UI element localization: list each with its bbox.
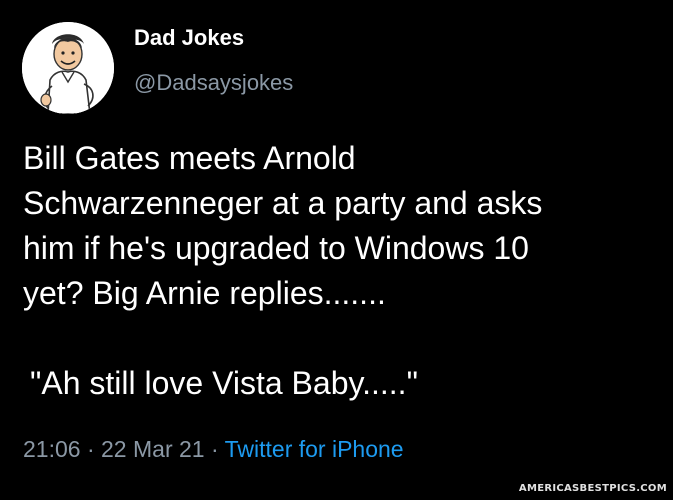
tweet-line-4: yet? Big Arnie replies....... (23, 275, 386, 311)
tweet-line-2: Schwarzenneger at a party and asks (23, 185, 543, 221)
display-name[interactable]: Dad Jokes (134, 25, 244, 51)
tweet-body: Bill Gates meets Arnold Schwarzenneger a… (23, 136, 663, 406)
tweet-meta: 21:06 · 22 Mar 21 · Twitter for iPhone (23, 436, 404, 463)
tweet-line-5: "Ah still love Vista Baby....." (30, 365, 418, 401)
tweet-line-3: him if he's upgraded to Windows 10 (23, 230, 529, 266)
cartoon-man-avatar-icon (22, 22, 114, 114)
tweet-source-link[interactable]: Twitter for iPhone (225, 436, 404, 462)
meta-separator: · (86, 436, 95, 462)
tweet-time[interactable]: 21:06 (23, 436, 81, 462)
tweet-card: Dad Jokes @Dadsaysjokes Bill Gates meets… (0, 0, 673, 500)
profile-avatar[interactable] (22, 22, 114, 114)
tweet-line-1: Bill Gates meets Arnold (23, 140, 356, 176)
watermark: AMERICASBESTPICS.COM (518, 483, 667, 494)
meta-separator: · (210, 436, 219, 462)
user-handle[interactable]: @Dadsaysjokes (134, 70, 293, 96)
tweet-date[interactable]: 22 Mar 21 (101, 436, 205, 462)
